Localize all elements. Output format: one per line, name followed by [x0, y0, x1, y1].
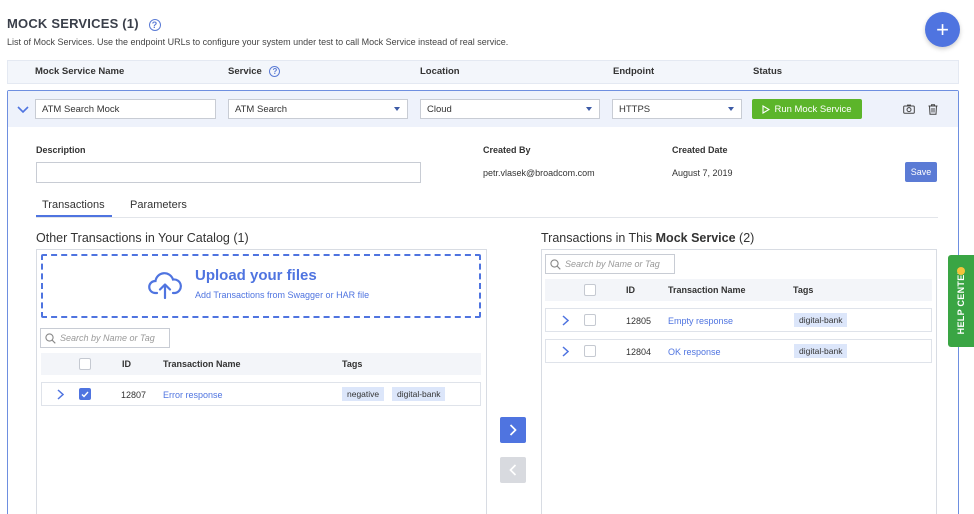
endpoint-select[interactable]: HTTPS [612, 99, 742, 119]
move-left-button[interactable] [500, 457, 526, 483]
add-mock-service-button[interactable]: + [925, 12, 960, 47]
service-col-name: Transaction Name [668, 285, 746, 295]
created-by-value: petr.vlasek@broadcom.com [483, 168, 595, 178]
created-by-label: Created By [483, 145, 531, 155]
service-col-id: ID [626, 285, 635, 295]
col-header-location: Location [420, 66, 460, 77]
help-center-tab[interactable]: HELP CENTER [948, 255, 974, 347]
question-circle-icon[interactable]: ? [148, 19, 161, 31]
check-icon [81, 391, 89, 398]
catalog-select-all-checkbox[interactable] [79, 358, 91, 370]
created-date-label: Created Date [672, 145, 728, 155]
mock-service-name-input[interactable]: ATM Search Mock [35, 99, 216, 119]
transaction-id: 12805 [626, 316, 652, 326]
active-tab-indicator [36, 215, 112, 217]
service-select-all-checkbox[interactable] [584, 284, 596, 296]
move-right-button[interactable] [500, 417, 526, 443]
location-select[interactable]: Cloud [420, 99, 600, 119]
trash-icon[interactable] [926, 102, 940, 116]
tag-badge[interactable]: digital-bank [794, 313, 848, 327]
tag-badge[interactable]: digital-bank [392, 387, 446, 401]
transaction-name-link[interactable]: OK response [668, 347, 721, 357]
catalog-col-tags: Tags [342, 359, 363, 369]
row-checkbox[interactable] [584, 314, 596, 326]
upload-subtitle[interactable]: Add Transactions from Swagger or HAR fil… [195, 290, 369, 300]
transaction-id: 12804 [626, 347, 652, 357]
transaction-name-link[interactable]: Error response [163, 390, 223, 400]
question-circle-icon[interactable]: ? [269, 66, 281, 77]
save-button[interactable]: Save [905, 162, 937, 182]
chevron-right-icon [509, 424, 517, 436]
hand-icon [957, 267, 965, 275]
col-header-status: Status [753, 66, 783, 77]
row-checkbox-checked[interactable] [79, 388, 91, 400]
transaction-name-link[interactable]: Empty response [668, 316, 733, 326]
tag-badge[interactable]: digital-bank [794, 344, 848, 358]
service-transactions-title: Transactions in This Mock Service (2) [541, 231, 755, 245]
catalog-col-name: Transaction Name [163, 359, 241, 369]
service-select[interactable]: ATM Search [228, 99, 408, 119]
catalog-table-header [41, 353, 481, 375]
description-label: Description [36, 145, 86, 155]
tab-parameters[interactable]: Parameters [130, 199, 187, 211]
play-icon [762, 104, 771, 114]
catalog-search-input[interactable]: Search by Name or Tag [40, 328, 170, 348]
search-icon [550, 258, 561, 270]
catalog-col-id: ID [122, 359, 131, 369]
table-header [7, 60, 959, 84]
expand-chevron-icon[interactable] [57, 389, 65, 403]
tab-transactions[interactable]: Transactions [42, 199, 105, 211]
cloud-upload-icon [148, 272, 182, 299]
col-header-name: Mock Service Name [35, 66, 125, 77]
chevron-left-icon [509, 464, 517, 476]
tabs-divider [36, 217, 938, 218]
plus-icon: + [936, 16, 949, 42]
col-header-endpoint: Endpoint [613, 66, 655, 77]
service-col-tags: Tags [793, 285, 814, 295]
col-header-service: Service ? [228, 66, 281, 77]
caret-down-icon [586, 107, 592, 111]
table-row[interactable] [545, 339, 932, 363]
page-title: MOCK SERVICES (1) ? [7, 16, 161, 31]
upload-dropzone[interactable]: Upload your files Add Transactions from … [41, 254, 481, 318]
expand-chevron-icon[interactable] [562, 346, 570, 360]
caret-down-icon [728, 107, 734, 111]
upload-title: Upload your files [195, 267, 317, 284]
table-row[interactable] [545, 308, 932, 332]
created-date-value: August 7, 2019 [672, 168, 733, 178]
service-search-input[interactable]: Search by Name or Tag [545, 254, 675, 274]
run-mock-service-button[interactable]: Run Mock Service [752, 99, 862, 119]
description-input[interactable] [36, 162, 421, 183]
help-center-label: HELP CENTER [956, 267, 966, 335]
page-subtitle: List of Mock Services. Use the endpoint … [7, 37, 509, 47]
row-checkbox[interactable] [584, 345, 596, 357]
search-icon [45, 332, 56, 344]
catalog-title: Other Transactions in Your Catalog (1) [36, 231, 249, 245]
expand-chevron-icon[interactable] [562, 315, 570, 329]
caret-down-icon [394, 107, 400, 111]
tag-badge[interactable]: negative [342, 387, 385, 401]
transaction-id: 12807 [121, 390, 147, 400]
camera-icon[interactable] [902, 102, 916, 116]
collapse-chevron-icon[interactable] [17, 103, 29, 117]
